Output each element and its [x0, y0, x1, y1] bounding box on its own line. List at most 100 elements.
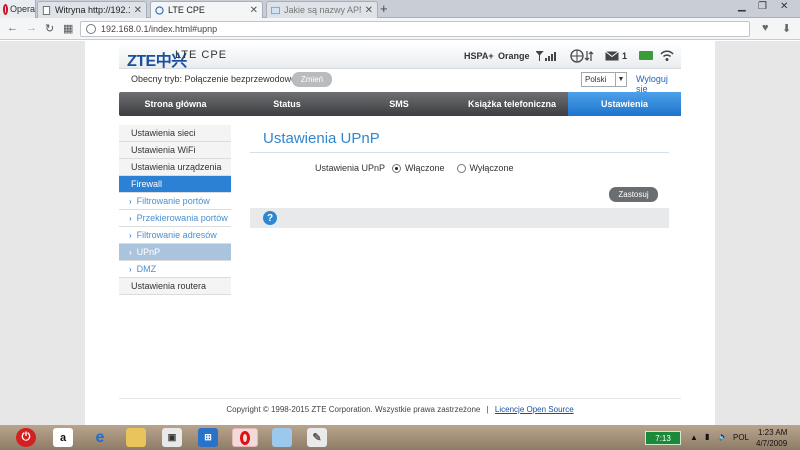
minimize-icon[interactable]: ▁ — [738, 1, 746, 12]
change-mode-button[interactable]: Zmień — [292, 72, 332, 87]
sidebar-item-port-filtering[interactable]: › Filtrowanie portów — [119, 193, 231, 210]
file-explorer-icon[interactable] — [126, 428, 146, 447]
sidebar-item-network-settings[interactable]: Ustawienia sieci — [119, 125, 231, 142]
chevron-right-icon: › — [129, 247, 132, 257]
logout-link[interactable]: Wyloguj się — [636, 74, 681, 94]
open-source-license-link[interactable]: Licencje Open Source — [495, 405, 574, 414]
sidebar-item-port-forwarding[interactable]: › Przekierowania portów — [119, 210, 231, 227]
page-footer: Copyright © 1998-2015 ZTE Corporation. W… — [119, 405, 681, 414]
power-icon[interactable]: ⏻ — [16, 428, 36, 447]
sidebar-item-label: Firewall — [131, 179, 163, 189]
operator-name: Orange — [498, 51, 530, 61]
tray-badge-text: 7:13 — [655, 433, 671, 443]
copyright-text: Copyright © 1998-2015 ZTE Corporation. W… — [226, 405, 481, 414]
chevron-right-icon: › — [129, 230, 132, 240]
opera-menu-button[interactable]: Opera — [0, 0, 36, 18]
language-select[interactable]: Polski ▼ — [581, 72, 627, 87]
sidebar-item-device-settings[interactable]: Ustawienia urządzenia — [119, 159, 231, 176]
opera-menu-label: Opera — [9, 4, 35, 14]
address-bar: ← → ↻ ▦ 192.168.0.1/index.html#upnp ♥ ⬇ — [0, 18, 800, 40]
browser-tab-witryna[interactable]: Witryna http://192.168.100 ✕ — [37, 1, 147, 18]
apply-button[interactable]: Zastosuj — [609, 187, 658, 202]
sidebar-item-label: DMZ — [136, 264, 157, 274]
close-tab-icon[interactable]: ✕ — [365, 5, 373, 16]
router-header: ZTE中兴 LTE CPE HSPA+ Orange 1 — [119, 43, 681, 70]
sidebar-item-label: Filtrowanie portów — [136, 196, 210, 206]
restore-icon[interactable]: ❐ — [758, 1, 767, 12]
nav-home[interactable]: Strona główna — [119, 92, 232, 116]
control-panel-icon[interactable]: ▣ — [162, 428, 182, 447]
globe-favicon-icon — [155, 5, 164, 15]
speaker-icon[interactable]: 🔈 — [718, 432, 728, 441]
sidebar-item-router-settings[interactable]: Ustawienia routera — [119, 278, 231, 295]
sidebar-item-label: UPnP — [136, 247, 161, 257]
back-arrow-icon[interactable]: ← — [7, 22, 18, 34]
network-type: HSPA+ — [464, 51, 494, 61]
url-input[interactable]: 192.168.0.1/index.html#upnp — [80, 21, 750, 37]
sidebar-item-label: Filtrowanie adresów — [136, 230, 217, 240]
sidebar-item-firewall[interactable]: Firewall — [119, 176, 231, 193]
new-tab-plus-icon[interactable]: + — [380, 1, 388, 16]
product-name: LTE CPE — [175, 49, 228, 61]
main-navigation: Strona główna Status SMS Książka telefon… — [119, 92, 681, 116]
chevron-right-icon: › — [129, 264, 132, 274]
current-mode-text: Obecny tryb: Połączenie bezprzewodowe — [131, 74, 297, 84]
language-value: Polski — [585, 75, 607, 84]
settings-sidebar: Ustawienia sieci Ustawienia WiFi Ustawie… — [119, 125, 231, 295]
mode-bar: Obecny tryb: Połączenie bezprzewodowe Zm… — [119, 70, 681, 94]
amazon-icon[interactable]: a — [53, 428, 73, 447]
app-icon[interactable]: ⊞ — [198, 428, 218, 447]
tray-arrow-icon[interactable]: ▲ — [690, 433, 698, 442]
chevron-down-icon: ▼ — [615, 73, 626, 86]
paint-icon[interactable]: ✎ — [307, 428, 327, 447]
reload-icon[interactable]: ↻ — [45, 22, 54, 35]
upnp-radio-group: Włączone Wyłączone — [392, 163, 513, 173]
sidebar-item-wifi-settings[interactable]: Ustawienia WiFi — [119, 142, 231, 159]
sms-envelope-icon[interactable] — [605, 51, 619, 61]
upnp-field-label: Ustawienia UPnP — [315, 163, 386, 173]
site-info-globe-icon[interactable] — [86, 24, 96, 34]
browser-tab-apn[interactable]: Jakie są nazwy APN w sieci ✕ — [266, 1, 378, 18]
nav-status[interactable]: Status — [232, 92, 342, 116]
sidebar-item-label: Ustawienia WiFi — [131, 145, 196, 155]
close-window-icon[interactable]: ✕ — [780, 1, 788, 12]
sidebar-item-label: Przekierowania portów — [136, 213, 228, 223]
battery-icon — [639, 51, 653, 60]
heart-icon[interactable]: ♥ — [762, 22, 769, 34]
opera-taskbar-icon[interactable] — [232, 428, 258, 447]
tray-date[interactable]: 4/7/2009 — [756, 439, 787, 448]
nav-settings[interactable]: Ustawienia — [568, 92, 681, 116]
chevron-right-icon: › — [129, 196, 132, 206]
close-tab-icon[interactable]: ✕ — [134, 5, 142, 16]
network-tray-icon[interactable]: ▮ — [705, 432, 709, 441]
footer-separator: | — [486, 405, 489, 414]
sidebar-item-upnp[interactable]: › UPnP — [119, 244, 231, 261]
signal-strength-icon — [536, 51, 556, 61]
nav-sms[interactable]: SMS — [342, 92, 456, 116]
speed-dial-grid-icon[interactable]: ▦ — [63, 22, 73, 35]
sidebar-item-dmz[interactable]: › DMZ — [119, 261, 231, 278]
sidebar-item-address-filtering[interactable]: › Filtrowanie adresów — [119, 227, 231, 244]
nav-phonebook[interactable]: Książka telefoniczna — [456, 92, 568, 116]
forward-arrow-icon[interactable]: → — [26, 22, 37, 34]
notepad-icon[interactable] — [272, 428, 292, 447]
wifi-icon — [660, 50, 674, 61]
help-icon[interactable]: ? — [263, 211, 277, 225]
tray-time[interactable]: 1:23 AM — [758, 428, 787, 437]
upnp-disabled-radio[interactable] — [456, 163, 466, 173]
close-tab-icon[interactable]: ✕ — [250, 5, 258, 16]
upnp-disabled-label[interactable]: Wyłączone — [470, 163, 514, 173]
page-icon — [42, 5, 51, 15]
windows-taskbar: ⏻ a e ▣ ⊞ ✎ 7:13 ▲ ▮ 🔈 POL 1:23 AM 4/7/2… — [0, 425, 800, 450]
browser-tab-lte-cpe[interactable]: LTE CPE ✕ — [150, 1, 263, 18]
upnp-enabled-label[interactable]: Włączone — [405, 163, 445, 173]
tray-status-badge[interactable]: 7:13 — [645, 431, 681, 445]
sidebar-item-label: Ustawienia urządzenia — [131, 162, 222, 172]
internet-explorer-icon[interactable]: e — [90, 428, 110, 447]
sidebar-item-label: Ustawienia sieci — [131, 128, 196, 138]
download-icon[interactable]: ⬇ — [782, 22, 791, 35]
tab-label: Jakie są nazwy APN w sieci — [284, 5, 361, 15]
tray-language[interactable]: POL — [733, 433, 749, 442]
sidebar-item-label: Ustawienia routera — [131, 281, 207, 291]
upnp-enabled-radio[interactable] — [392, 163, 401, 173]
